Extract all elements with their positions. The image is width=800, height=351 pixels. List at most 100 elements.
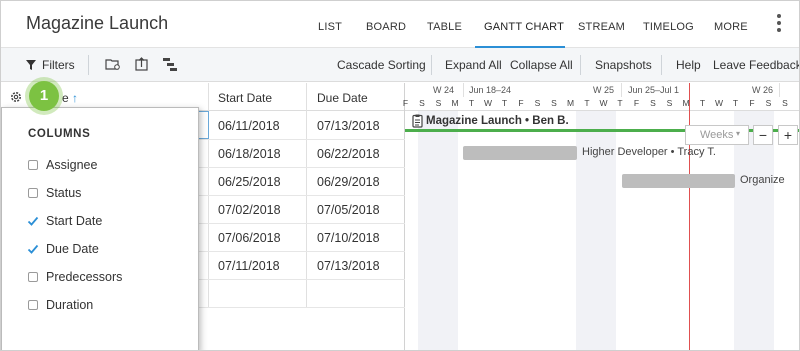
- week-label: W 24: [433, 85, 455, 95]
- toolbar-divider: [661, 55, 662, 75]
- toolbar-divider: [580, 55, 581, 75]
- day-label: T: [732, 98, 739, 108]
- start-date-cell[interactable]: 07/02/2018: [218, 203, 281, 217]
- collapse-all-button[interactable]: Collapse All: [510, 58, 573, 72]
- expand-all-button[interactable]: Expand All: [445, 58, 502, 72]
- zoom-select[interactable]: Weeks ▾: [685, 125, 749, 145]
- column-option-label: Due Date: [46, 242, 99, 256]
- row-divider: [199, 223, 405, 224]
- day-label: F: [633, 98, 640, 108]
- column-option-label: Assignee: [46, 158, 98, 172]
- due-date-cell[interactable]: 06/29/2018: [317, 175, 380, 189]
- due-date-cell[interactable]: 07/10/2018: [317, 231, 380, 245]
- checkbox-icon[interactable]: [28, 188, 38, 198]
- day-label: F: [749, 98, 755, 108]
- day-label: M: [451, 98, 459, 108]
- gear-icon[interactable]: [9, 90, 23, 104]
- day-label: M: [566, 98, 575, 108]
- checkbox-icon[interactable]: [28, 160, 38, 170]
- column-option-label: Duration: [46, 298, 94, 312]
- name-column-header[interactable]: e ↑: [62, 91, 78, 105]
- day-label: S: [666, 98, 673, 108]
- day-label: S: [435, 98, 442, 108]
- tab-gantt-chart[interactable]: GANTT CHART: [484, 21, 564, 33]
- page-title: Magazine Launch: [26, 13, 169, 33]
- row-divider: [199, 195, 405, 196]
- step-badge: 1: [29, 81, 59, 111]
- start-date-cell[interactable]: 06/11/2018: [218, 119, 280, 133]
- row-divider: [199, 307, 405, 308]
- row-divider: [199, 167, 405, 168]
- folder-settings-icon[interactable]: [105, 57, 121, 71]
- leave-feedback-button[interactable]: Leave Feedback: [713, 58, 799, 72]
- tab-list[interactable]: LIST: [318, 21, 342, 33]
- day-label: S: [419, 98, 425, 108]
- due-date-cell[interactable]: 07/05/2018: [317, 203, 380, 217]
- filters-button[interactable]: Filters: [42, 58, 75, 72]
- checkbox-checked-icon[interactable]: [27, 216, 39, 226]
- zoom-out-button[interactable]: −: [753, 125, 773, 145]
- grid-gantt-divider: [404, 83, 405, 350]
- day-label: F: [518, 98, 524, 108]
- week-label: W 26: [752, 85, 774, 95]
- column-option-label: Start Date: [46, 214, 103, 228]
- columns-panel: COLUMNS Assignee Status Start Date Due Date…: [1, 107, 199, 350]
- start-date-cell[interactable]: 07/11/2018: [218, 259, 280, 273]
- tab-table[interactable]: TABLE: [427, 21, 462, 33]
- tab-stream[interactable]: STREAM: [578, 21, 625, 33]
- tab-more[interactable]: MORE: [714, 21, 748, 33]
- zoom-select-value: Weeks: [700, 129, 734, 141]
- week-label: Jun 25–Jul 1: [628, 85, 680, 95]
- zoom-in-button[interactable]: +: [778, 125, 798, 145]
- day-label: W: [714, 98, 724, 108]
- day-label: S: [650, 98, 656, 108]
- start-date-cell[interactable]: 06/25/2018: [218, 175, 281, 189]
- week-divider: [779, 83, 780, 97]
- header: Magazine Launch LIST BOARD TABLE GANTT C…: [1, 1, 799, 48]
- day-label: W: [483, 98, 493, 108]
- due-date-cell[interactable]: 07/13/2018: [317, 119, 380, 133]
- task-bar-label: Organize: [740, 174, 785, 186]
- start-date-cell[interactable]: 06/18/2018: [218, 147, 281, 161]
- tab-timelog[interactable]: TIMELOG: [643, 21, 694, 33]
- more-options-icon[interactable]: [774, 14, 784, 36]
- column-option-label: Predecessors: [46, 270, 123, 284]
- hierarchy-icon[interactable]: [162, 57, 178, 71]
- day-label: S: [765, 98, 772, 108]
- start-date-cell[interactable]: 07/06/2018: [218, 231, 281, 245]
- task-bar[interactable]: [622, 174, 735, 188]
- day-label: S: [782, 98, 788, 108]
- tab-board[interactable]: BOARD: [366, 21, 406, 33]
- project-bar-label: Magazine Launch • Ben B.: [426, 115, 569, 127]
- week-divider: [621, 83, 622, 97]
- due-date-cell[interactable]: 07/13/2018: [317, 259, 380, 273]
- help-button[interactable]: Help: [676, 58, 701, 72]
- checkbox-icon[interactable]: [28, 272, 38, 282]
- start-date-column-header[interactable]: Start Date: [218, 91, 272, 105]
- task-bar[interactable]: [463, 146, 577, 160]
- toolbar-divider: [88, 55, 89, 75]
- today-line: [689, 83, 690, 350]
- task-bar-label: Higher Developer • Tracy T.: [582, 146, 716, 158]
- export-icon[interactable]: [134, 57, 150, 71]
- toolbar-divider: [431, 55, 432, 75]
- weekend-shade: [734, 111, 774, 350]
- cascade-sorting-button[interactable]: Cascade Sorting: [337, 58, 426, 72]
- snapshots-button[interactable]: Snapshots: [595, 58, 652, 72]
- due-date-cell[interactable]: 06/22/2018: [317, 147, 380, 161]
- day-label: W: [599, 98, 608, 108]
- checkbox-icon[interactable]: [28, 300, 38, 310]
- columns-panel-title: COLUMNS: [28, 128, 91, 140]
- chevron-down-icon: ▾: [736, 129, 741, 138]
- week-divider: [463, 83, 464, 97]
- project-icon: [412, 114, 423, 128]
- column-option-label: Status: [46, 186, 82, 200]
- checkbox-checked-icon[interactable]: [27, 244, 39, 254]
- week-label: W 25: [593, 85, 615, 95]
- day-label: M: [682, 98, 690, 108]
- due-date-column-header[interactable]: Due Date: [317, 91, 368, 105]
- filter-icon: [26, 60, 36, 70]
- day-label: S: [551, 98, 557, 108]
- row-divider: [199, 279, 405, 280]
- week-label: Jun 18–24: [469, 85, 512, 95]
